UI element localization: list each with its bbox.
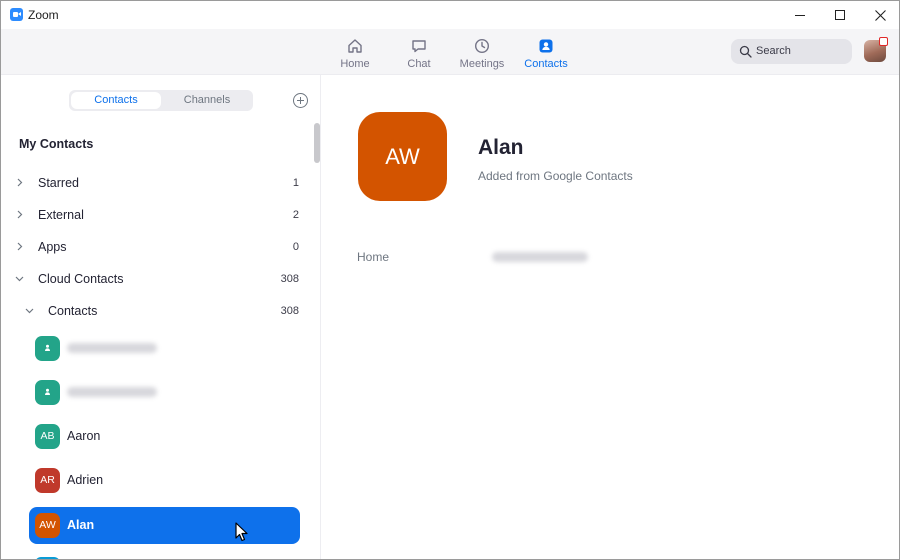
search-icon — [739, 45, 752, 58]
add-contact-icon[interactable] — [293, 93, 308, 108]
search-label: Search — [756, 45, 791, 57]
contact-avatar — [35, 380, 60, 405]
contact-name-redacted — [67, 387, 157, 397]
top-navigation: Home Chat Meetings Contacts Search — [1, 29, 899, 75]
contact-avatar: AR — [35, 468, 60, 493]
contact-name: Alan — [67, 518, 95, 532]
nav-meetings-label: Meetings — [459, 58, 505, 70]
contact-list-item[interactable] — [29, 330, 300, 367]
contact-name: Aaron — [67, 429, 101, 443]
notification-badge — [879, 37, 888, 46]
group-label: Apps — [38, 240, 67, 254]
group-count: 308 — [280, 273, 299, 285]
group-apps[interactable]: Apps 0 — [1, 231, 311, 263]
group-label: Contacts — [48, 304, 98, 318]
nav-contacts-label: Contacts — [524, 58, 568, 70]
group-count: 0 — [292, 241, 299, 253]
contacts-sidebar: Contacts Channels My Contacts Starred 1 … — [1, 75, 321, 559]
group-starred[interactable]: Starred 1 — [1, 167, 311, 199]
contact-source-label: Added from Google Contacts — [478, 169, 633, 183]
sidebar-scrollbar[interactable] — [314, 123, 320, 163]
contact-name: Adrien — [67, 473, 104, 487]
group-cloud-contacts[interactable]: Cloud Contacts 308 — [1, 263, 311, 295]
nav-chat-tab[interactable]: Chat — [389, 35, 449, 73]
home-icon — [348, 39, 362, 53]
mouse-cursor-icon — [235, 522, 248, 542]
contact-list-item[interactable]: AB Aaron — [29, 418, 300, 455]
search-button[interactable]: Search — [731, 39, 852, 64]
group-label: External — [38, 208, 84, 222]
nav-chat-label: Chat — [407, 58, 431, 70]
chevron-down-icon — [25, 308, 34, 314]
close-icon — [874, 9, 886, 21]
group-external[interactable]: External 2 — [1, 199, 311, 231]
title-bar: Zoom — [1, 1, 899, 29]
tab-channels[interactable]: Channels — [163, 90, 251, 111]
user-avatar[interactable] — [864, 37, 888, 62]
zoom-app-icon — [10, 8, 23, 21]
contacts-icon — [539, 39, 553, 53]
chevron-right-icon — [17, 178, 23, 187]
nav-meetings-tab[interactable]: Meetings — [452, 35, 512, 73]
person-icon — [45, 388, 50, 395]
contact-list-item[interactable] — [29, 374, 300, 411]
maximize-icon — [835, 10, 845, 20]
group-label: Starred — [38, 176, 79, 190]
phone-field-label: Home — [357, 250, 390, 264]
person-icon — [45, 344, 50, 351]
close-button[interactable] — [859, 1, 899, 29]
nav-contacts-tab[interactable]: Contacts — [516, 35, 576, 73]
group-count: 2 — [292, 209, 299, 221]
zoom-window: Zoom Home Chat Meetings Contacts Search — [0, 0, 900, 560]
group-count: 308 — [280, 305, 299, 317]
tab-contacts[interactable]: Contacts — [71, 92, 161, 109]
contact-avatar: AW — [35, 513, 60, 538]
contact-avatar — [35, 336, 60, 361]
clock-icon — [474, 38, 490, 54]
contact-detail-panel: AW Alan Added from Google Contacts Home — [322, 75, 899, 559]
nav-home-label: Home — [340, 58, 370, 70]
group-label: Cloud Contacts — [38, 272, 124, 286]
chevron-right-icon — [17, 242, 23, 251]
chevron-right-icon — [17, 210, 23, 219]
phone-value-redacted[interactable] — [492, 252, 588, 262]
window-title: Zoom — [28, 8, 59, 22]
my-contacts-heading: My Contacts — [19, 137, 94, 151]
contact-name-redacted — [67, 343, 157, 353]
group-count: 1 — [292, 177, 299, 189]
minimize-icon — [795, 14, 805, 16]
contact-list-item[interactable]: AR Adrien — [29, 462, 300, 499]
contacts-channels-toggle: Contacts Channels — [69, 90, 253, 111]
chevron-down-icon — [15, 276, 24, 282]
minimize-button[interactable] — [779, 1, 821, 29]
subgroup-contacts[interactable]: Contacts 308 — [1, 295, 311, 327]
chat-icon — [412, 40, 426, 53]
nav-home-tab[interactable]: Home — [325, 35, 385, 73]
contact-detail-avatar: AW — [358, 112, 447, 201]
contact-list-item-selected[interactable]: AW Alan — [29, 507, 300, 544]
contact-detail-name: Alan — [478, 136, 524, 159]
maximize-button[interactable] — [819, 1, 861, 29]
contact-avatar: AB — [35, 424, 60, 449]
